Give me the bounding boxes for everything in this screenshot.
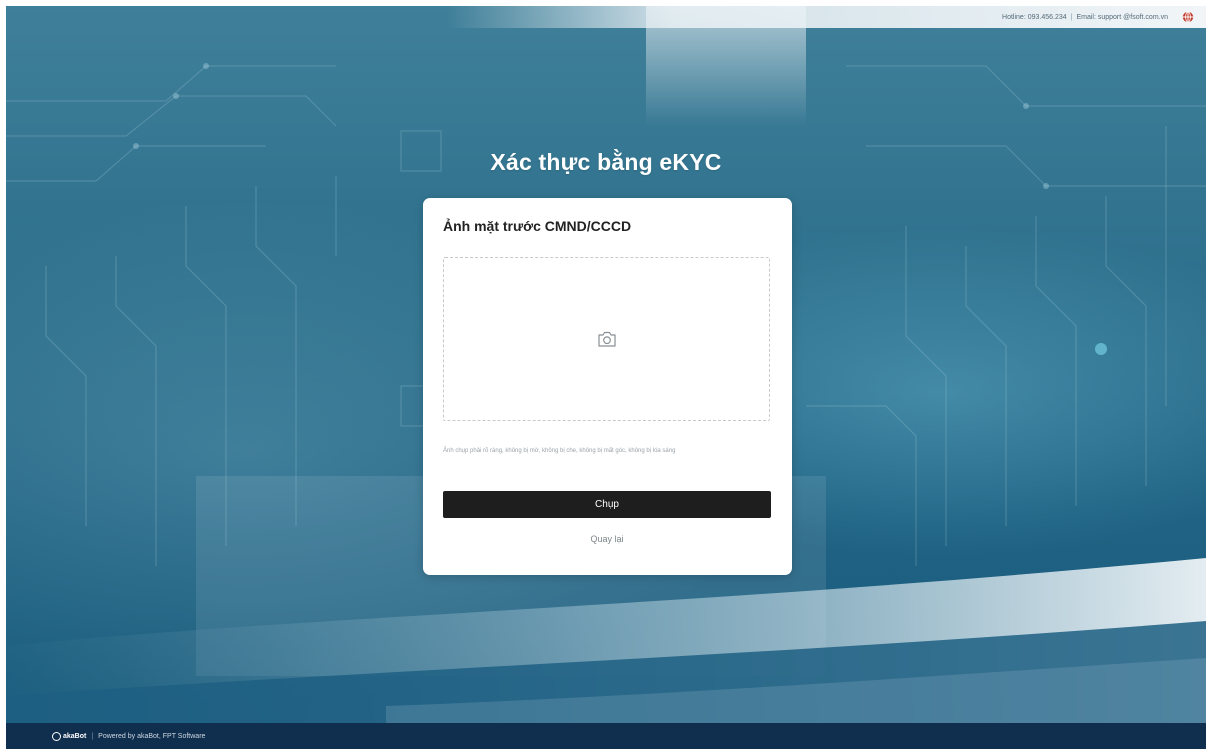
app-frame: Hotline: 093.456.234 | Email: support @f… — [6, 6, 1206, 749]
back-link[interactable]: Quay lại — [443, 534, 771, 544]
card-title: Ảnh mặt trước CMND/CCCD — [443, 218, 632, 234]
id-capture-area[interactable] — [443, 257, 770, 421]
camera-icon — [597, 331, 616, 347]
ekyc-card: Ảnh mặt trước CMND/CCCD Ảnh chụp phải rõ… — [423, 198, 792, 575]
capture-button[interactable]: Chụp — [443, 491, 771, 518]
capture-hint: Ảnh chụp phải rõ ràng, không bị mờ, khôn… — [443, 448, 676, 454]
contact-bar: Hotline: 093.456.234 | Email: support @f… — [446, 6, 1206, 28]
akabot-logo-icon — [52, 731, 61, 741]
footer-separator: | — [91, 732, 94, 740]
contact-separator: | — [1070, 13, 1073, 21]
logo-text: akaBot — [63, 732, 87, 740]
footer: akaBot | Powered by akaBot, FPT Software — [6, 723, 1206, 749]
email-text: Email: support @fsoft.com.vn — [1076, 13, 1168, 21]
hotline-text: Hotline: 093.456.234 — [1002, 13, 1067, 21]
akabot-logo: akaBot — [52, 731, 87, 741]
globe-icon[interactable] — [1182, 11, 1194, 23]
page-title: Xác thực bằng eKYC — [490, 149, 722, 175]
powered-by-text: Powered by akaBot, FPT Software — [98, 732, 206, 740]
